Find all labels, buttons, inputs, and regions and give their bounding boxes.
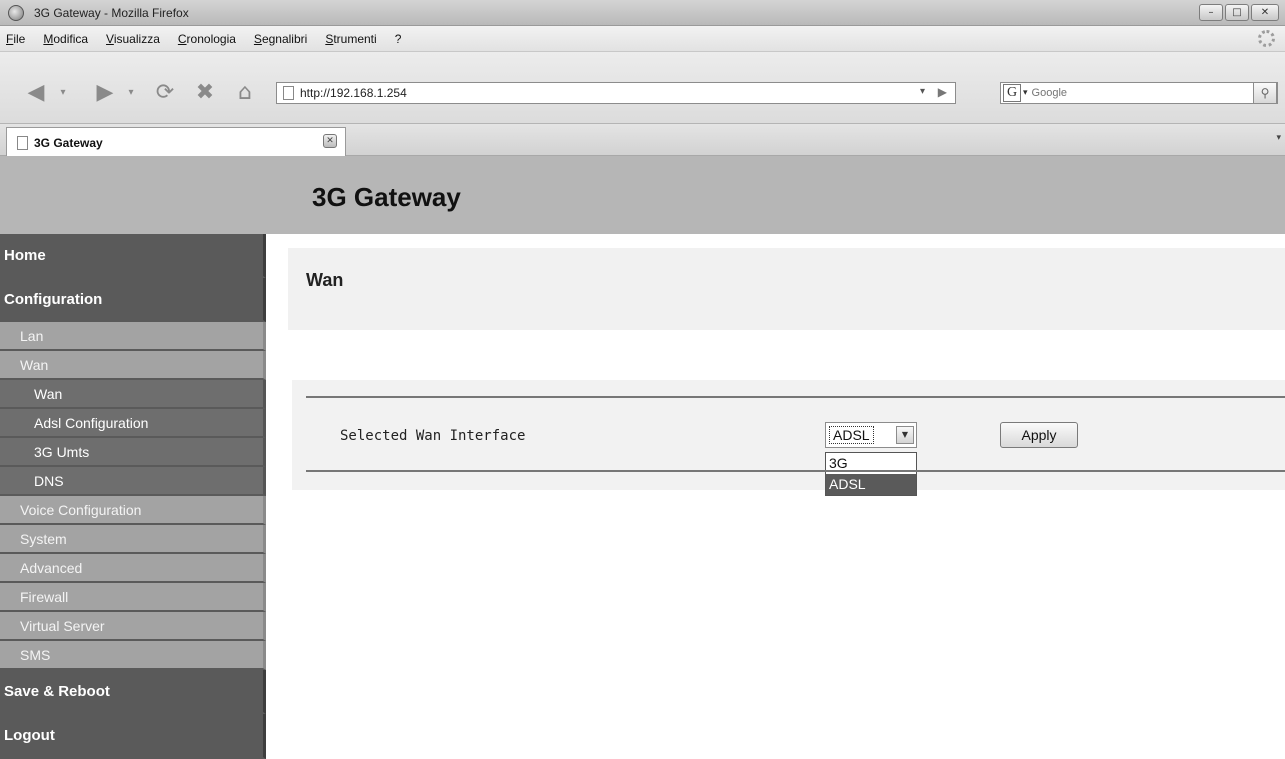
sidebar-item-adsl-configuration[interactable]: Adsl Configuration <box>0 409 266 438</box>
sidebar-item-wan-wan[interactable]: Wan <box>0 380 266 409</box>
option-adsl[interactable]: ADSL <box>826 474 916 495</box>
page-icon <box>283 86 294 100</box>
url-history-icon[interactable]: ▾ <box>920 86 925 97</box>
menu-cronologia[interactable]: Cronologia <box>178 32 236 46</box>
tab-label: 3G Gateway <box>34 135 103 150</box>
back-icon[interactable]: ◀ <box>18 80 54 106</box>
divider-bottom <box>306 470 1285 472</box>
tab-3g-gateway[interactable]: 3G Gateway ✕ <box>6 127 346 157</box>
maximize-icon[interactable]: □ <box>1225 4 1249 21</box>
window-controls: – □ ✕ <box>1199 4 1279 21</box>
url-bar[interactable]: http://192.168.1.254 ▾ ▶ <box>276 82 956 104</box>
divider-top <box>306 396 1285 398</box>
menu-file[interactable]: File <box>6 32 25 46</box>
sidebar-item-lan[interactable]: Lan <box>0 322 266 351</box>
wan-interface-label: Selected Wan Interface <box>340 428 526 444</box>
tab-close-icon[interactable]: ✕ <box>323 134 337 148</box>
sidebar-item-sms[interactable]: SMS <box>0 641 266 670</box>
menu-bar: File Modifica Visualizza Cronologia Segn… <box>0 26 1285 52</box>
sidebar-item-save-reboot[interactable]: Save & Reboot <box>0 670 266 714</box>
tab-page-icon <box>17 135 28 150</box>
main-content: Wan Selected Wan Interface ADSL ▼ 3G ADS… <box>266 234 1285 759</box>
sidebar-item-voice-configuration[interactable]: Voice Configuration <box>0 496 266 525</box>
menu-strumenti[interactable]: Strumenti <box>325 32 376 46</box>
search-engine-icon[interactable]: G <box>1003 84 1021 102</box>
window-titlebar: 3G Gateway - Mozilla Firefox – □ ✕ <box>0 0 1285 26</box>
url-text[interactable]: http://192.168.1.254 <box>300 86 407 100</box>
sidebar-item-virtual-server[interactable]: Virtual Server <box>0 612 266 641</box>
sidebar: Home Configuration Lan Wan Wan Adsl Conf… <box>0 234 266 759</box>
tab-bar: 3G Gateway ✕ ▾ <box>0 124 1285 157</box>
firefox-icon <box>8 4 24 21</box>
home-icon[interactable]: ⌂ <box>230 80 260 106</box>
tab-list-icon[interactable]: ▾ <box>1276 133 1281 143</box>
forward-icon[interactable]: ▶ <box>88 80 122 106</box>
menu-modifica[interactable]: Modifica <box>43 32 88 46</box>
sidebar-item-dns[interactable]: DNS <box>0 467 266 496</box>
page-title: 3G Gateway <box>312 182 461 212</box>
sidebar-item-home[interactable]: Home <box>0 234 266 278</box>
stop-icon[interactable]: ✖ <box>190 80 220 106</box>
wan-form: Selected Wan Interface ADSL ▼ 3G ADSL Ap… <box>292 380 1285 496</box>
section-header: Wan <box>288 248 1285 330</box>
close-icon[interactable]: ✕ <box>1251 4 1279 21</box>
menu-segnalibri[interactable]: Segnalibri <box>254 32 307 46</box>
sidebar-item-wan[interactable]: Wan <box>0 351 266 380</box>
navigation-toolbar: ◀ ▾ ▶ ▾ ⟳ ✖ ⌂ http://192.168.1.254 ▾ ▶ G… <box>0 52 1285 124</box>
search-bar[interactable]: G ▾ ⚲ <box>1000 82 1278 104</box>
minimize-icon[interactable]: – <box>1199 4 1223 21</box>
search-engine-dropdown-icon[interactable]: ▾ <box>1023 88 1028 98</box>
section-title: Wan <box>306 270 344 290</box>
search-icon[interactable]: ⚲ <box>1253 82 1277 104</box>
menu-help[interactable]: ? <box>395 32 402 46</box>
chevron-down-icon[interactable]: ▼ <box>896 426 914 444</box>
sidebar-item-logout[interactable]: Logout <box>0 714 266 759</box>
sidebar-item-3g-umts[interactable]: 3G Umts <box>0 438 266 467</box>
sidebar-item-system[interactable]: System <box>0 525 266 554</box>
window-title: 3G Gateway - Mozilla Firefox <box>34 5 189 20</box>
page-header: 3G Gateway <box>0 156 1285 234</box>
forward-history-icon[interactable]: ▾ <box>124 80 138 106</box>
search-input[interactable] <box>1031 87 1232 99</box>
sidebar-item-firewall[interactable]: Firewall <box>0 583 266 612</box>
apply-button[interactable]: Apply <box>1000 422 1078 448</box>
select-value: ADSL <box>829 426 874 444</box>
back-history-icon[interactable]: ▾ <box>56 80 70 106</box>
wan-interface-select[interactable]: ADSL ▼ <box>825 422 917 448</box>
sidebar-item-advanced[interactable]: Advanced <box>0 554 266 583</box>
wan-interface-dropdown: 3G ADSL <box>825 452 917 496</box>
sidebar-item-configuration[interactable]: Configuration <box>0 278 266 322</box>
throbber-icon <box>1258 30 1275 47</box>
reload-icon[interactable]: ⟳ <box>150 80 180 106</box>
go-icon[interactable]: ▶ <box>938 85 947 99</box>
menu-visualizza[interactable]: Visualizza <box>106 32 160 46</box>
